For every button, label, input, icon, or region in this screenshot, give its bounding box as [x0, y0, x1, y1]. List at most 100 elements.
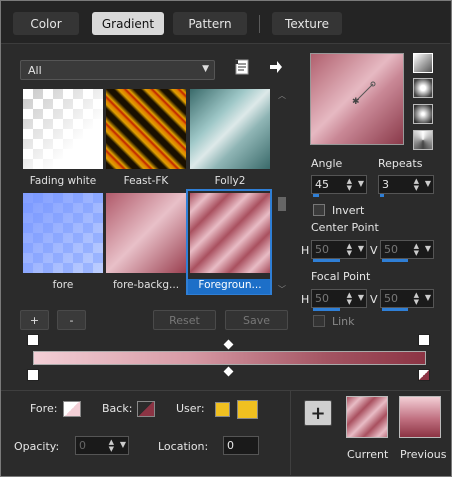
category-dropdown[interactable]: All ▼	[20, 60, 215, 80]
thumbnail-label: fore-backg...	[112, 279, 180, 291]
gradient-editor-bar[interactable]	[33, 351, 426, 365]
thumbnail-image	[23, 89, 103, 169]
thumbnail-label: fore	[52, 279, 74, 291]
radial-style-button[interactable]	[413, 130, 433, 150]
svg-text:✱: ✱	[352, 97, 360, 107]
add-to-swatches-button[interactable]: +	[304, 400, 332, 426]
center-h-input[interactable]: 50 ▲ ▼ ▼	[311, 240, 367, 262]
tab-color[interactable]: Color	[13, 12, 79, 35]
spin-down-icon[interactable]: ▼	[414, 184, 419, 192]
focal-h-label: H	[301, 293, 310, 306]
angle-value: 45	[315, 178, 329, 191]
fore-swatch[interactable]	[63, 401, 81, 417]
chevron-down-icon[interactable]: ▼	[358, 244, 364, 253]
section-divider	[1, 390, 450, 391]
chevron-down-icon[interactable]: ▼	[120, 440, 126, 449]
link-label: Link	[332, 315, 355, 328]
invert-checkbox[interactable]	[313, 204, 325, 216]
tab-bar: Color Gradient Pattern Texture	[1, 1, 450, 44]
scroll-down-icon[interactable]: ﹀	[278, 284, 286, 295]
tab-separator	[259, 15, 260, 33]
chevron-down-icon[interactable]: ▼	[358, 179, 364, 188]
chevron-down-icon[interactable]: ▼	[425, 293, 431, 302]
center-point-label: Center Point	[311, 221, 379, 234]
focal-h-slider-fill[interactable]	[313, 308, 340, 311]
chevron-down-icon[interactable]: ▼	[358, 293, 364, 302]
center-v-value: 50	[384, 243, 398, 256]
center-v-input[interactable]: 50 ▲ ▼ ▼	[380, 240, 434, 262]
rectangular-style-button[interactable]	[413, 78, 433, 98]
center-h-slider-fill[interactable]	[313, 259, 340, 262]
spin-down-icon[interactable]: ▼	[414, 298, 419, 306]
user-color-swatch[interactable]	[215, 402, 230, 417]
user-label: User:	[176, 402, 205, 415]
user-color-picker[interactable]	[237, 400, 258, 419]
color-stop-end[interactable]	[418, 369, 430, 381]
gradient-thumbnail[interactable]: Folly2	[190, 89, 270, 187]
previous-label: Previous	[400, 448, 447, 461]
chevron-down-icon: ▼	[202, 64, 209, 74]
gradient-thumbnail-selected[interactable]: Foregroun...	[190, 193, 270, 291]
gradient-preview[interactable]: ✱	[310, 53, 404, 145]
thumbnail-label: Fading white	[29, 175, 97, 187]
angle-input[interactable]: 45 ▲ ▼ ▼	[311, 175, 367, 197]
sunburst-style-button[interactable]	[413, 104, 433, 124]
tab-pattern[interactable]: Pattern	[173, 12, 247, 35]
gradient-thumbnail[interactable]: Fading white	[23, 89, 103, 187]
spin-down-icon[interactable]: ▼	[347, 184, 352, 192]
add-gradient-button[interactable]: +	[20, 310, 49, 330]
scroll-up-icon[interactable]: ︿	[278, 90, 286, 101]
linear-style-button[interactable]	[413, 53, 433, 73]
remove-gradient-button[interactable]: -	[57, 310, 86, 330]
focal-v-slider-fill[interactable]	[382, 308, 408, 311]
angle-slider-fill[interactable]	[313, 194, 319, 197]
invert-label: Invert	[332, 204, 365, 217]
focal-h-input[interactable]: 50 ▲ ▼ ▼	[311, 289, 367, 311]
back-swatch[interactable]	[137, 401, 155, 417]
link-checkbox[interactable]	[313, 315, 325, 327]
spin-down-icon[interactable]: ▼	[347, 249, 352, 257]
thumbnail-image	[190, 89, 270, 169]
spin-down-icon[interactable]: ▼	[347, 298, 352, 306]
fore-label: Fore:	[30, 402, 58, 415]
repeats-slider-fill[interactable]	[380, 194, 384, 197]
gradient-thumbnail[interactable]: fore-backg...	[106, 193, 186, 291]
angle-label: Angle	[311, 157, 343, 170]
tab-gradient[interactable]: Gradient	[92, 12, 164, 35]
repeats-input[interactable]: 3 ▲ ▼ ▼	[378, 175, 434, 197]
chevron-down-icon[interactable]: ▼	[425, 179, 431, 188]
back-label: Back:	[102, 402, 133, 415]
arrow-right-icon[interactable]	[267, 58, 285, 76]
gradient-thumbnail[interactable]: fore	[23, 193, 103, 291]
location-input[interactable]: 0	[223, 436, 259, 455]
thumbnail-label: Feast-FK	[123, 175, 169, 187]
transparency-stop-end[interactable]	[418, 334, 430, 346]
current-gradient-swatch[interactable]	[346, 396, 388, 438]
save-button[interactable]: Save	[225, 310, 288, 330]
previous-gradient-swatch[interactable]	[399, 396, 441, 438]
thumbnail-label: Folly2	[214, 175, 246, 187]
color-stop-start[interactable]	[27, 369, 39, 381]
opacity-input[interactable]: 0 ▲ ▼ ▼	[75, 436, 129, 455]
bottom-divider	[290, 391, 291, 475]
thumbnail-image	[106, 89, 186, 169]
browse-library-icon[interactable]	[233, 58, 251, 76]
repeats-value: 3	[382, 178, 389, 191]
transparency-stop-start[interactable]	[27, 334, 39, 346]
focal-point-label: Focal Point	[311, 270, 371, 283]
spin-down-icon[interactable]: ▼	[109, 445, 114, 453]
focal-h-value: 50	[315, 292, 329, 305]
center-v-slider-fill[interactable]	[382, 259, 408, 262]
reset-button[interactable]: Reset	[153, 310, 216, 330]
gradient-thumbnail[interactable]: Feast-FK	[106, 89, 186, 187]
current-label: Current	[347, 448, 389, 461]
focal-v-value: 50	[384, 292, 398, 305]
focal-v-label: V	[370, 293, 378, 306]
thumbnail-scrollbar[interactable]	[277, 90, 286, 294]
scrollbar-thumb[interactable]	[278, 197, 286, 211]
angle-handle-icon[interactable]: ✱	[311, 54, 403, 144]
spin-down-icon[interactable]: ▼	[414, 249, 419, 257]
chevron-down-icon[interactable]: ▼	[425, 244, 431, 253]
tab-texture[interactable]: Texture	[272, 12, 342, 35]
focal-v-input[interactable]: 50 ▲ ▼ ▼	[380, 289, 434, 311]
